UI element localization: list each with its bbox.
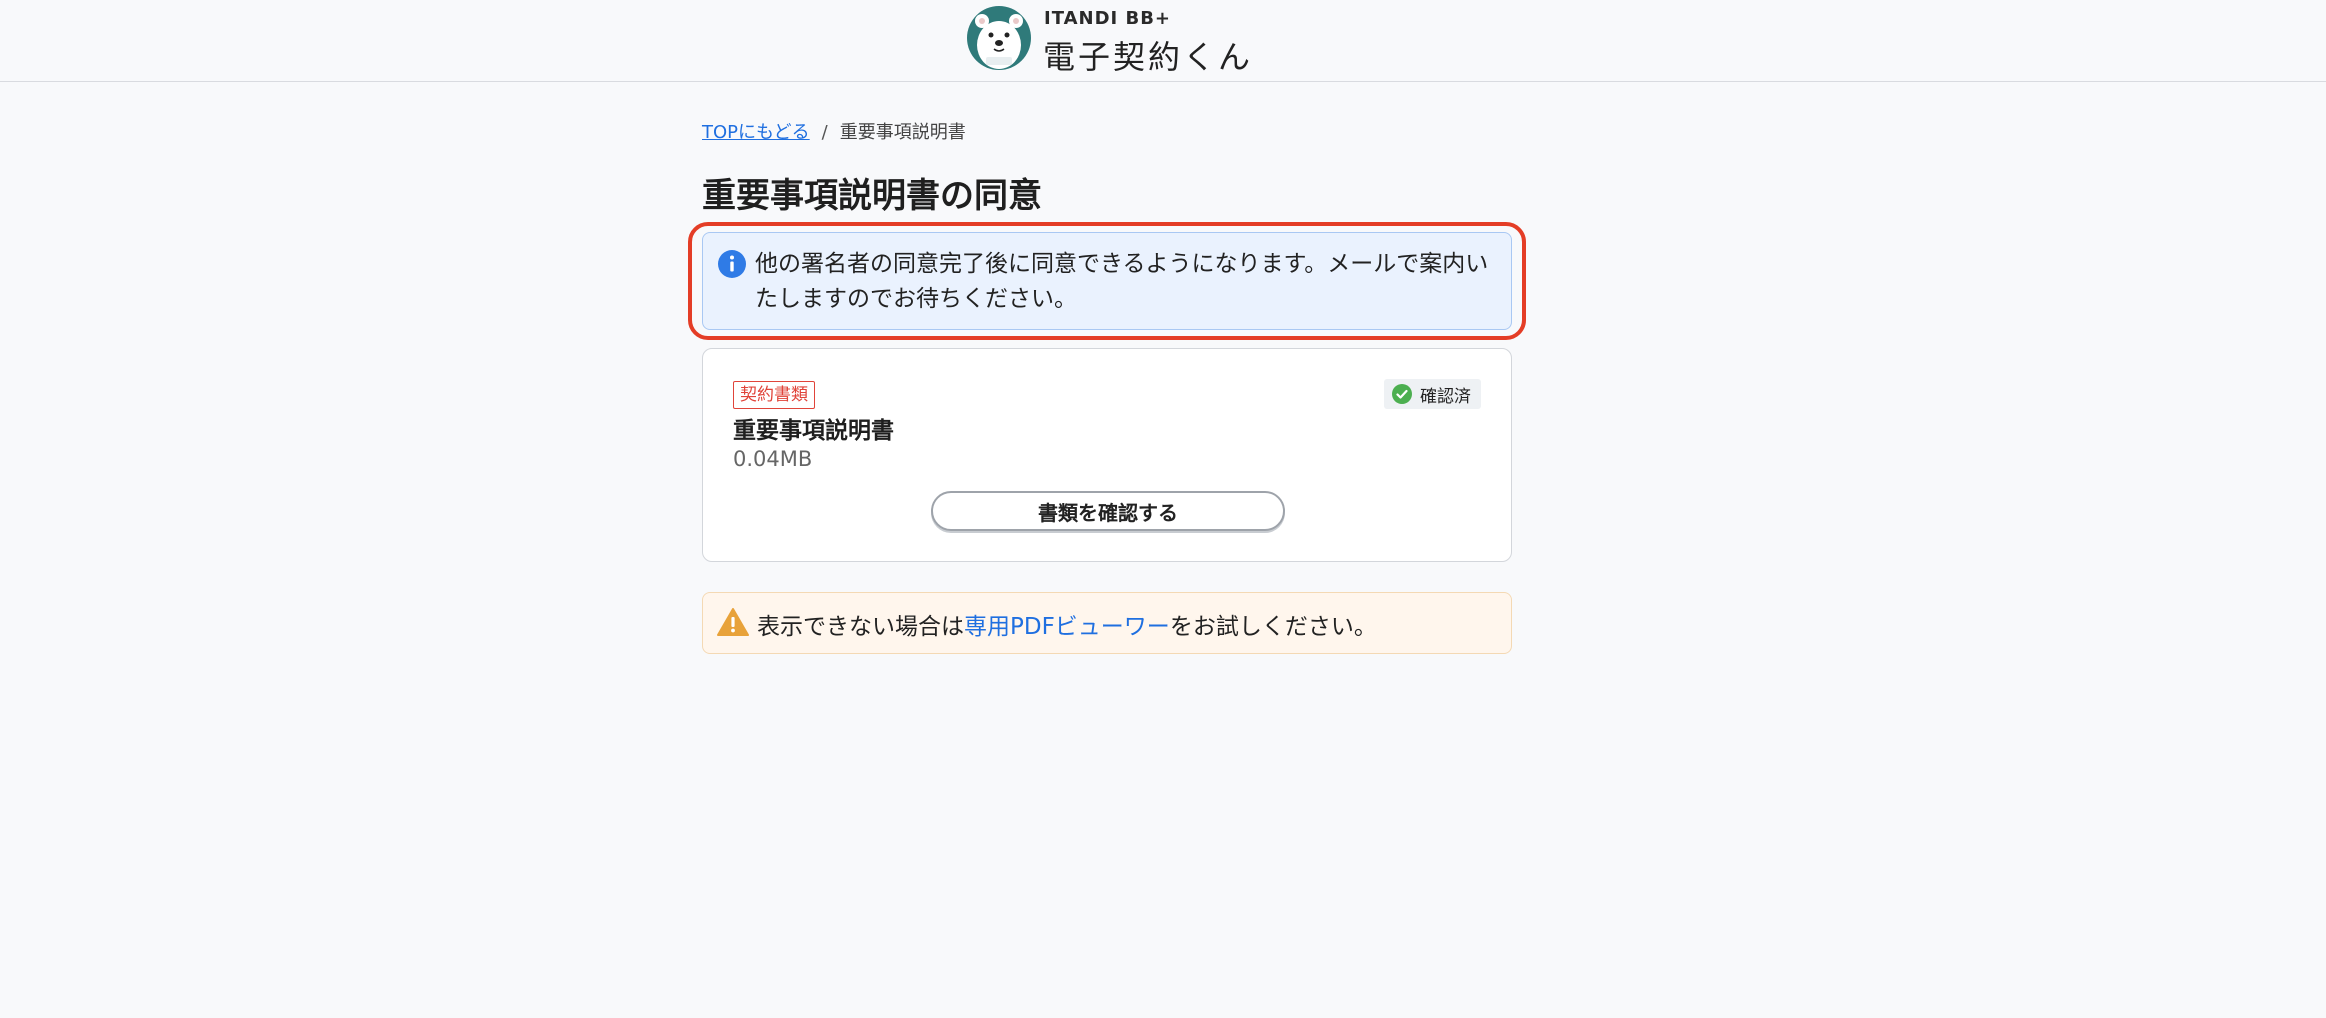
- pdf-viewer-link[interactable]: 専用PDFビューワー: [964, 614, 1170, 640]
- breadcrumb-current: 重要事項説明書: [839, 122, 966, 143]
- breadcrumb-separator: /: [821, 122, 828, 143]
- warning-notice: 表示できない場合は専用PDFビューワーをお試しください。: [702, 592, 1512, 654]
- breadcrumb: TOPにもどる / 重要事項説明書: [702, 118, 966, 144]
- notice-message: 他の署名者の同意完了後に同意できるようになります。メールで案内いたしますのでお待…: [755, 251, 1489, 312]
- check-circle-icon: [1392, 384, 1412, 404]
- warning-message: 表示できない場合は専用PDFビューワーをお試しください。: [757, 607, 1377, 641]
- app-name: 電子契約くん: [1043, 38, 1254, 76]
- app-header: ITANDI BB+ 電子契約くん: [0, 0, 2326, 82]
- document-size: 0.04MB: [733, 447, 813, 471]
- app-logo[interactable]: ITANDI BB+ 電子契約くん: [966, 5, 1256, 76]
- document-type-tag: 契約書類: [733, 381, 815, 409]
- breadcrumb-top-link[interactable]: TOPにもどる: [702, 122, 810, 143]
- document-card: 契約書類 確認済 重要事項説明書 0.04MB 書類を確認する: [702, 348, 1512, 562]
- warning-triangle-icon: [717, 608, 749, 636]
- view-document-button[interactable]: 書類を確認する: [931, 491, 1285, 531]
- status-label: 確認済: [1420, 386, 1471, 407]
- warning-prefix: 表示できない場合は: [757, 614, 964, 640]
- bear-mascot-icon: [967, 6, 1031, 70]
- info-icon: [718, 250, 746, 278]
- info-notice: 他の署名者の同意完了後に同意できるようになります。メールで案内いたしますのでお待…: [702, 232, 1512, 330]
- page-title: 重要事項説明書の同意: [702, 176, 1042, 216]
- status-badge: 確認済: [1384, 379, 1481, 409]
- brand-text: ITANDI BB+: [1044, 8, 1171, 29]
- warning-suffix: をお試しください。: [1169, 614, 1377, 640]
- document-title: 重要事項説明書: [733, 418, 894, 444]
